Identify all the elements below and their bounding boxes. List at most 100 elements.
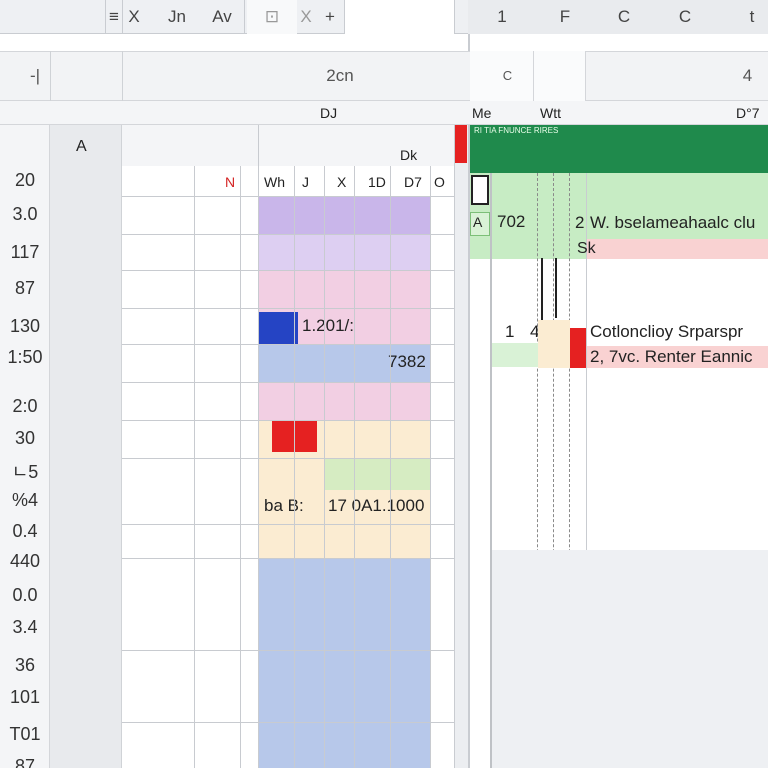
cell-band-purple[interactable] bbox=[258, 196, 430, 234]
cell-value-1[interactable]: 1.201/: bbox=[302, 316, 372, 336]
splitter-marker-red bbox=[455, 125, 467, 163]
grid-line bbox=[122, 382, 468, 383]
column-header-x[interactable]: X bbox=[337, 174, 349, 190]
right-header-col-f[interactable]: F bbox=[553, 0, 577, 34]
column-header-d7[interactable]: D7 bbox=[404, 174, 426, 190]
grid-line bbox=[430, 166, 431, 768]
row-number[interactable]: 3.4 bbox=[0, 617, 50, 638]
column-a bbox=[50, 125, 122, 768]
column-header-divider bbox=[258, 125, 259, 166]
row-number[interactable]: 0.0 bbox=[0, 585, 50, 606]
grid-line bbox=[122, 524, 468, 525]
panel-desc-1b: Sk bbox=[577, 240, 596, 257]
grid-line bbox=[122, 558, 468, 559]
row-number[interactable]: 87 bbox=[0, 278, 50, 299]
sub-header-label: DJ bbox=[320, 105, 338, 121]
panel-row-marker[interactable] bbox=[471, 175, 489, 205]
panel-desc-3[interactable]: 2, 7vc. Renter Eannic bbox=[590, 347, 768, 367]
panel-formula-4: 4 bbox=[742, 66, 753, 85]
cell-value-4[interactable]: 17 0A1.1000 bbox=[328, 496, 432, 516]
grid-line bbox=[122, 234, 468, 235]
column-header-wh[interactable]: Wh bbox=[264, 174, 290, 190]
column-header-1d[interactable]: 1D bbox=[368, 174, 388, 190]
toolbar-add-button[interactable]: + bbox=[318, 0, 342, 34]
grid-line bbox=[122, 722, 468, 723]
panel-bar-line bbox=[555, 258, 557, 318]
toolbar-divider-grip: ≡ bbox=[105, 0, 123, 34]
right-header-col-t[interactable]: t bbox=[740, 0, 764, 34]
grid-line bbox=[390, 166, 391, 768]
column-group-label: Dk bbox=[400, 147, 418, 163]
cell-band-pink-3[interactable] bbox=[258, 382, 430, 420]
panel-formula-divider bbox=[533, 51, 534, 101]
grid-line bbox=[122, 650, 468, 651]
panel-row-highlight bbox=[470, 173, 768, 209]
grid-line bbox=[294, 166, 295, 768]
row-number[interactable]: 1:50 bbox=[0, 347, 50, 368]
toolbar-justify-button[interactable]: Jn bbox=[160, 0, 194, 34]
cell-fill-blue[interactable] bbox=[258, 312, 298, 344]
panel-cell-peach bbox=[538, 320, 570, 368]
row-number[interactable]: ㄴ5 bbox=[0, 458, 50, 484]
row-number[interactable]: 3.0 bbox=[0, 204, 50, 225]
right-header-col-c2[interactable]: C bbox=[673, 0, 697, 34]
splitter-handle[interactable] bbox=[454, 125, 468, 768]
grid-line bbox=[258, 166, 259, 768]
toolbar-separator bbox=[454, 0, 455, 34]
panel-formula-box[interactable] bbox=[470, 51, 586, 101]
row-number[interactable]: 30 bbox=[0, 428, 50, 449]
panel-cell-red bbox=[570, 328, 586, 368]
row-number[interactable]: T01 bbox=[0, 724, 50, 745]
toolbar-close-button[interactable]: X bbox=[124, 0, 144, 34]
panel-header-me: Me bbox=[472, 105, 492, 121]
row-number[interactable]: 440 bbox=[0, 551, 50, 572]
panel-desc-1b-bg bbox=[587, 239, 768, 259]
cell-band-lavender[interactable] bbox=[258, 234, 430, 270]
grid-line bbox=[194, 166, 195, 768]
grid-line bbox=[122, 196, 468, 197]
toolbar-clear-button[interactable]: X bbox=[298, 0, 314, 34]
row-number[interactable]: 117 bbox=[0, 242, 50, 263]
row-number[interactable]: 20 bbox=[0, 170, 50, 191]
column-header-n[interactable]: N bbox=[225, 174, 239, 190]
toolbar-copy-icon[interactable]: ⊡ bbox=[247, 0, 297, 34]
right-header-col-c[interactable]: C bbox=[612, 0, 636, 34]
row-number[interactable]: %4 bbox=[0, 490, 50, 511]
panel-num-1: 1 bbox=[505, 322, 515, 341]
panel-num-2: 2 bbox=[575, 213, 585, 232]
grid-line bbox=[122, 420, 468, 421]
panel-banner-text: RI TIA FNUNCE RIRES bbox=[474, 126, 559, 135]
grid-line bbox=[122, 344, 468, 345]
row-number[interactable]: 2:0 bbox=[0, 396, 50, 417]
cell-value-2[interactable]: 7382 bbox=[388, 352, 430, 372]
formula-value[interactable]: 2cn bbox=[300, 51, 380, 101]
column-header-j[interactable]: J bbox=[302, 174, 314, 190]
right-header-col-1[interactable]: 1 bbox=[490, 0, 514, 34]
row-number[interactable]: 101 bbox=[0, 687, 50, 708]
formula-divider bbox=[50, 51, 51, 101]
toolbar-separator bbox=[244, 0, 245, 34]
grid-line bbox=[122, 458, 468, 459]
toolbar-name-box[interactable] bbox=[344, 0, 454, 34]
panel-desc-1[interactable]: W. bselameahaalc clu bbox=[590, 213, 768, 233]
grid-line bbox=[324, 166, 325, 768]
panel-desc-2[interactable]: Cotlonclioy Srparspr bbox=[590, 322, 768, 342]
formula-divider bbox=[122, 51, 123, 101]
column-header-o[interactable]: O bbox=[434, 174, 448, 190]
toolbar-av-button[interactable]: Av bbox=[205, 0, 239, 34]
panel-header-d7: D°7 bbox=[736, 105, 760, 121]
cell-band-green[interactable] bbox=[324, 458, 430, 490]
grid-line bbox=[240, 166, 241, 768]
row-number[interactable]: 87 bbox=[0, 756, 50, 768]
row-number[interactable]: 130 bbox=[0, 316, 50, 337]
grid-line bbox=[122, 308, 468, 309]
row-number[interactable]: 0.4 bbox=[0, 521, 50, 542]
formula-row bbox=[0, 51, 768, 101]
panel-row-a-value[interactable]: 702 bbox=[497, 212, 531, 232]
formula-cell-ref: -| bbox=[29, 66, 41, 85]
cell-band-blue-2[interactable] bbox=[258, 558, 430, 768]
panel-cell-green bbox=[492, 343, 538, 367]
row-number[interactable]: 36 bbox=[0, 655, 50, 676]
cell-band-pink[interactable] bbox=[258, 270, 430, 308]
panel-row-a: A bbox=[473, 214, 483, 230]
